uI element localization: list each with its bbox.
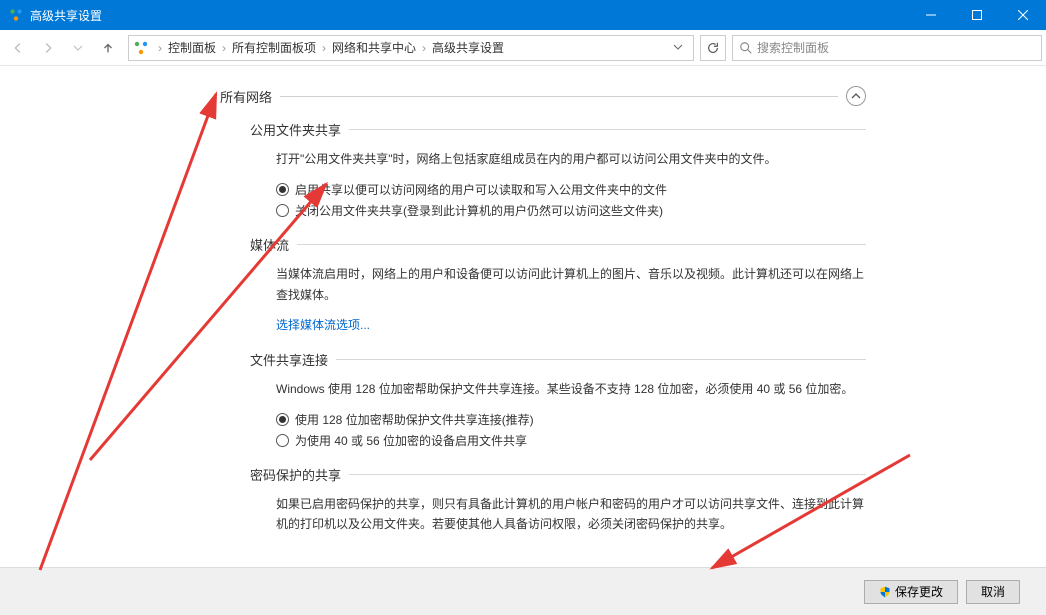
recent-dropdown[interactable] bbox=[64, 34, 92, 62]
maximize-button[interactable] bbox=[954, 0, 1000, 30]
minimize-button[interactable] bbox=[908, 0, 954, 30]
shield-icon bbox=[879, 586, 891, 598]
up-button[interactable] bbox=[94, 34, 122, 62]
content-area: 所有网络 公用文件夹共享 打开"公用文件夹共享"时，网络上包括家庭组成员在内的用… bbox=[0, 66, 1046, 567]
section-description: 打开"公用文件夹共享"时，网络上包括家庭组成员在内的用户都可以访问公用文件夹中的… bbox=[276, 149, 866, 169]
radio-icon bbox=[276, 204, 289, 217]
location-icon bbox=[133, 40, 149, 56]
divider bbox=[280, 96, 838, 97]
section-heading: 媒体流 bbox=[250, 235, 866, 254]
profile-header: 所有网络 bbox=[220, 86, 866, 106]
section-password-protect: 密码保护的共享 如果已启用密码保护的共享，则只有具备此计算机的用户帐户和密码的用… bbox=[250, 465, 866, 535]
radio-128bit-encryption[interactable]: 使用 128 位加密帮助保护文件共享连接(推荐) bbox=[276, 409, 866, 430]
section-description: Windows 使用 128 位加密帮助保护文件共享连接。某些设备不支持 128… bbox=[276, 379, 866, 399]
collapse-button[interactable] bbox=[846, 86, 866, 106]
cancel-button[interactable]: 取消 bbox=[966, 580, 1020, 604]
footer-bar: 保存更改 取消 bbox=[0, 567, 1046, 615]
breadcrumb-item[interactable]: 所有控制面板项 bbox=[230, 39, 318, 56]
address-dropdown[interactable] bbox=[667, 41, 689, 55]
radio-icon bbox=[276, 413, 289, 426]
profile-title: 所有网络 bbox=[220, 87, 280, 106]
section-heading: 密码保护的共享 bbox=[250, 465, 866, 484]
section-media-stream: 媒体流 当媒体流启用时，网络上的用户和设备便可以访问此计算机上的图片、音乐以及视… bbox=[250, 235, 866, 335]
close-button[interactable] bbox=[1000, 0, 1046, 30]
section-description: 当媒体流启用时，网络上的用户和设备便可以访问此计算机上的图片、音乐以及视频。此计… bbox=[276, 264, 866, 305]
breadcrumb-sep: › bbox=[154, 41, 166, 55]
breadcrumb-sep: › bbox=[218, 41, 230, 55]
search-input[interactable] bbox=[757, 41, 1035, 55]
breadcrumb-sep: › bbox=[318, 41, 330, 55]
app-icon bbox=[8, 7, 24, 23]
breadcrumb-item[interactable]: 控制面板 bbox=[166, 39, 218, 56]
address-bar[interactable]: › 控制面板 › 所有控制面板项 › 网络和共享中心 › 高级共享设置 bbox=[128, 35, 694, 61]
radio-40-56bit-encryption[interactable]: 为使用 40 或 56 位加密的设备启用文件共享 bbox=[276, 430, 866, 451]
media-stream-options-link[interactable]: 选择媒体流选项... bbox=[276, 318, 370, 332]
breadcrumb-sep: › bbox=[418, 41, 430, 55]
forward-button[interactable] bbox=[34, 34, 62, 62]
radio-enable-public-share[interactable]: 启用共享以便可以访问网络的用户可以读取和写入公用文件夹中的文件 bbox=[276, 179, 866, 200]
breadcrumb-item[interactable]: 网络和共享中心 bbox=[330, 39, 418, 56]
window-title: 高级共享设置 bbox=[30, 7, 908, 24]
window-titlebar: 高级共享设置 bbox=[0, 0, 1046, 30]
radio-icon bbox=[276, 434, 289, 447]
section-public-folder: 公用文件夹共享 打开"公用文件夹共享"时，网络上包括家庭组成员在内的用户都可以访… bbox=[250, 120, 866, 221]
section-heading: 文件共享连接 bbox=[250, 350, 866, 369]
search-box[interactable] bbox=[732, 35, 1042, 61]
radio-disable-public-share[interactable]: 关闭公用文件夹共享(登录到此计算机的用户仍然可以访问这些文件夹) bbox=[276, 200, 866, 221]
save-button[interactable]: 保存更改 bbox=[864, 580, 958, 604]
section-heading: 公用文件夹共享 bbox=[250, 120, 866, 139]
section-file-connection: 文件共享连接 Windows 使用 128 位加密帮助保护文件共享连接。某些设备… bbox=[250, 350, 866, 451]
search-icon bbox=[739, 41, 753, 55]
section-description: 如果已启用密码保护的共享，则只有具备此计算机的用户帐户和密码的用户才可以访问共享… bbox=[276, 494, 866, 535]
refresh-button[interactable] bbox=[700, 35, 726, 61]
chevron-up-icon bbox=[851, 91, 861, 101]
navigation-bar: › 控制面板 › 所有控制面板项 › 网络和共享中心 › 高级共享设置 bbox=[0, 30, 1046, 66]
back-button[interactable] bbox=[4, 34, 32, 62]
breadcrumb-item[interactable]: 高级共享设置 bbox=[430, 39, 506, 56]
radio-icon bbox=[276, 183, 289, 196]
